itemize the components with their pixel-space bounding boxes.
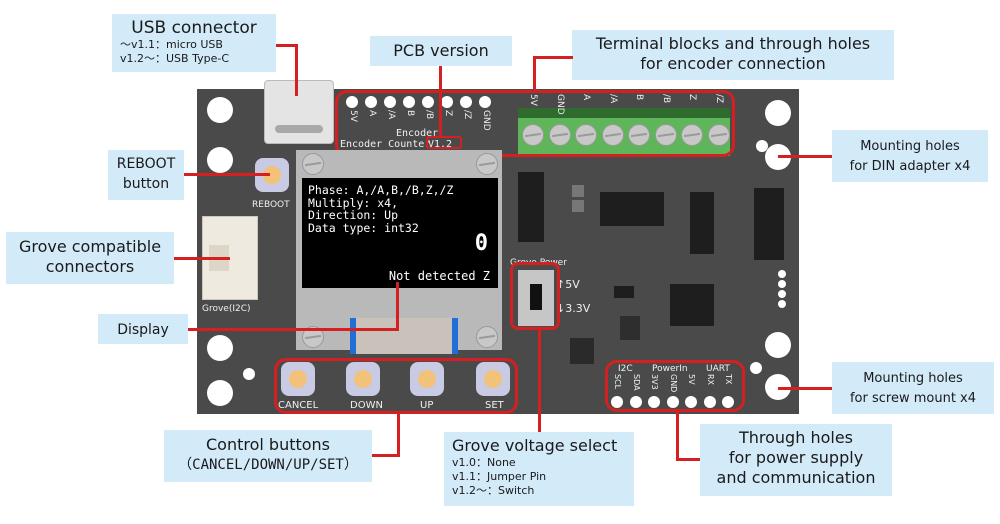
leader-line	[372, 454, 400, 457]
ic-chip	[620, 316, 640, 340]
callout-line: for DIN adapter x4	[849, 159, 971, 174]
ic-chip	[518, 172, 544, 242]
display-screw	[302, 153, 324, 175]
highlight-pcb-version	[426, 136, 462, 149]
screen-line-datatype: Data type: int32	[308, 220, 419, 235]
leader-line	[676, 412, 679, 460]
screen-line-direction: Direction: Up	[308, 208, 399, 222]
callout-line: and communication	[716, 468, 876, 487]
callout-pcb-version: PCB version	[370, 36, 512, 66]
callout-through-holes: Through holes for power supply and commu…	[700, 424, 892, 496]
highlight-power-comm-header	[605, 360, 745, 412]
highlight-control-buttons	[274, 358, 518, 414]
callout-display: Display	[98, 314, 188, 344]
callout-line: Terminal blocks and through holes	[595, 34, 871, 53]
ic-chip	[572, 185, 584, 197]
screen-line-phase: Phase: A,/A,B,/B,Z,/Z	[308, 183, 454, 197]
callout-line: Control buttons	[205, 435, 331, 454]
callout-title: Grove voltage select	[452, 436, 618, 455]
callout-terminal-blocks: Terminal blocks and through holes for en…	[572, 30, 894, 80]
ic-chip	[614, 286, 634, 298]
leader-line	[188, 328, 398, 331]
leader-line	[533, 56, 573, 59]
switch-3v3-label: ↓3.3V	[556, 302, 591, 315]
leader-line	[174, 257, 230, 260]
leader-line	[538, 330, 541, 432]
mounting-hole	[207, 335, 233, 361]
callout-line: for power supply	[728, 448, 864, 467]
callout-din-mounting-holes: Mounting holes for DIN adapter x4	[832, 130, 988, 182]
ic-chip	[690, 192, 714, 254]
callout-title: PCB version	[393, 41, 489, 60]
callout-usb-connector: USB connector ～v1.1：micro USB v1.2～：USB …	[112, 14, 276, 72]
callout-line: Through holes	[738, 428, 853, 447]
ic-chip	[670, 284, 714, 326]
callout-line: Grove compatible	[18, 237, 162, 256]
callout-line: v1.2～：USB Type-C	[120, 52, 229, 65]
small-hole	[750, 362, 762, 374]
leader-line	[396, 282, 399, 331]
callout-line: for encoder connection	[640, 54, 826, 73]
mounting-hole	[765, 100, 791, 126]
ic-chip	[754, 188, 784, 260]
leader-line	[184, 173, 270, 176]
mounting-hole	[765, 332, 791, 358]
callout-line: connectors	[45, 257, 135, 276]
ic-chip	[570, 338, 594, 364]
callout-line: Mounting holes	[860, 139, 960, 154]
oled-screen: Phase: A,/A,B,/B,Z,/Z Multiply: x4, Dire…	[302, 178, 498, 288]
callout-line: Mounting holes	[863, 371, 963, 386]
ic-chip	[600, 192, 664, 226]
callout-line: v1.2～：Switch	[452, 484, 535, 497]
small-hole	[756, 140, 768, 152]
screen-count: 0	[474, 231, 488, 256]
leader-line	[397, 414, 400, 457]
callout-screw-mounting-holes: Mounting holes for screw mount x4	[832, 362, 994, 414]
usb-c-connector	[264, 80, 334, 144]
screen-status: Not detected Z	[388, 268, 490, 283]
test-pad	[778, 300, 786, 308]
highlight-grove-switch	[510, 262, 560, 330]
display-ribbon	[350, 318, 458, 354]
callout-line: v1.0：None	[452, 456, 516, 469]
callout-line: button	[122, 176, 170, 192]
callout-line: REBOOT	[116, 156, 176, 172]
reboot-silk-label: REBOOT	[252, 200, 290, 210]
callout-line: for screw mount x4	[849, 391, 977, 406]
leader-line	[439, 66, 442, 138]
leader-line	[778, 155, 832, 158]
callout-line: （CANCEL/DOWN/UP/SET）	[178, 457, 358, 473]
ic-chip	[572, 200, 584, 212]
display-screw	[476, 153, 498, 175]
test-pad	[778, 280, 786, 288]
highlight-encoder-terminals	[335, 90, 735, 157]
callout-title: USB connector	[131, 18, 257, 38]
display-screw	[476, 326, 498, 348]
test-pad	[778, 290, 786, 298]
small-hole	[243, 368, 255, 380]
test-pad	[778, 270, 786, 278]
callout-control-buttons: Control buttons （CANCEL/DOWN/UP/SET）	[164, 430, 372, 482]
leader-line	[676, 458, 700, 461]
leader-line	[533, 56, 536, 92]
leader-line	[778, 387, 832, 390]
callout-title: Display	[117, 322, 169, 338]
mounting-hole	[207, 97, 233, 123]
mounting-hole	[207, 380, 233, 406]
callout-reboot-button: REBOOT button	[108, 150, 184, 200]
callout-line: ～v1.1：micro USB	[120, 38, 223, 51]
mounting-hole	[207, 147, 233, 173]
callout-grove-voltage-select: Grove voltage select v1.0：None v1.1：Jump…	[444, 432, 634, 506]
grove-silk-label: Grove(I2C)	[202, 304, 251, 314]
leader-line	[295, 44, 298, 96]
callout-line: v1.1：Jumper Pin	[452, 470, 547, 483]
callout-grove-connectors: Grove compatible connectors	[6, 232, 174, 284]
